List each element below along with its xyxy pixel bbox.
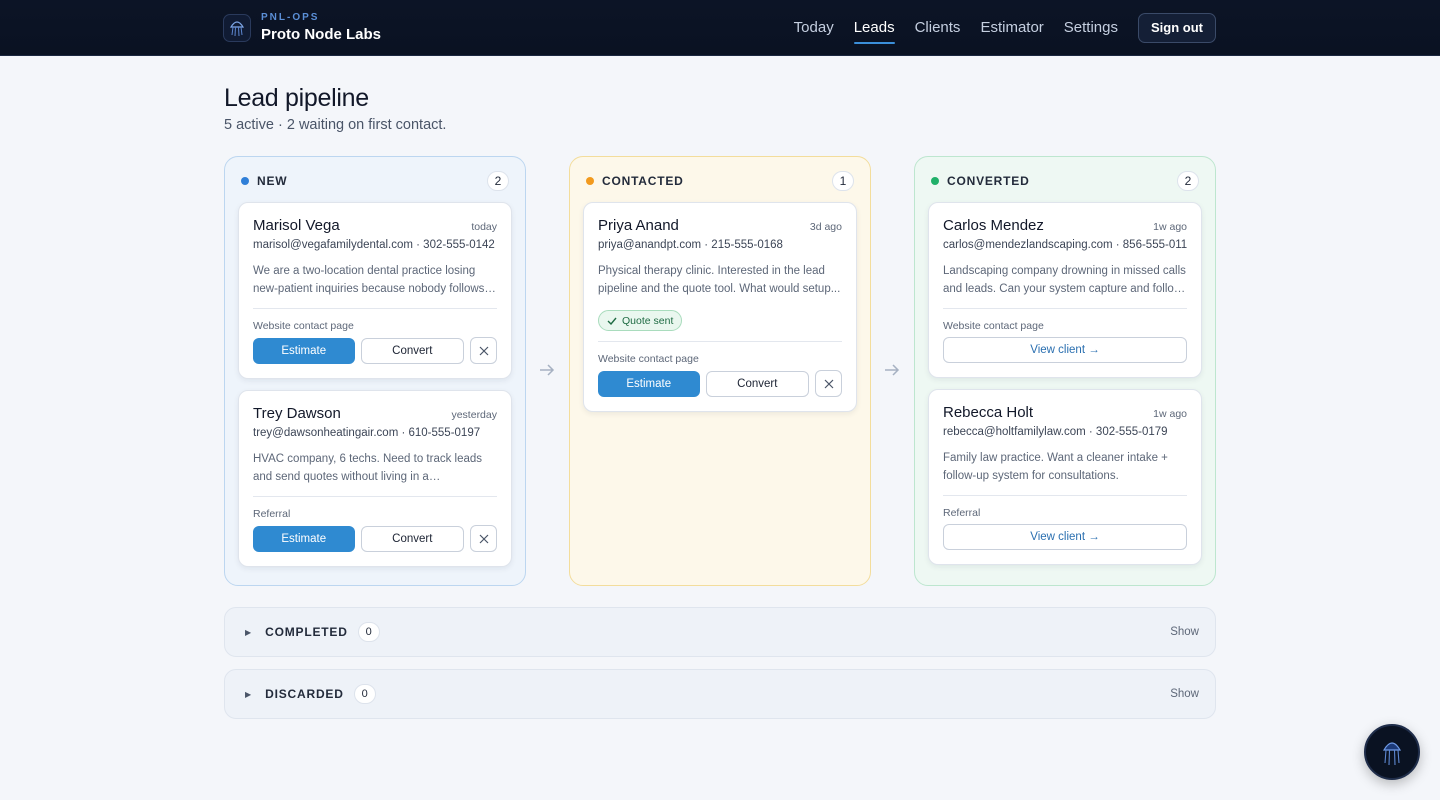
check-icon [607, 317, 617, 325]
lead-time: 3d ago [809, 221, 842, 233]
nav-today[interactable]: Today [794, 13, 834, 42]
section-label: COMPLETED [265, 625, 348, 639]
lead-source: Referral [253, 508, 291, 520]
top-bar: PNL-OPS Proto Node Labs Today Leads Clie… [0, 0, 1440, 56]
divider [943, 308, 1187, 309]
lead-card[interactable]: Carlos Mendez 1w ago carlos@mendezlandsc… [928, 202, 1202, 378]
column-converted: CONVERTED 2 Carlos Mendez 1w ago carlos@… [914, 156, 1216, 586]
nav-estimator[interactable]: Estimator [980, 13, 1043, 42]
nav-leads[interactable]: Leads [853, 13, 895, 44]
status-dot [241, 177, 249, 185]
lead-time: 1w ago [1153, 221, 1187, 233]
status-dot [586, 177, 594, 185]
completed-section[interactable]: ▶ COMPLETED 0 Show [224, 607, 1216, 657]
convert-button[interactable]: Convert [705, 370, 810, 397]
page-subtitle: 5 active · 2 waiting on first contact. [224, 117, 447, 133]
discard-button[interactable] [815, 370, 842, 397]
close-icon [824, 379, 833, 388]
column-label: NEW [257, 174, 288, 188]
lead-card[interactable]: Trey Dawson yesterday trey@dawsonheating… [238, 390, 512, 567]
divider [943, 495, 1187, 496]
lead-contact: marisol@vegafamilydental.com · 302-555-0… [253, 239, 495, 251]
close-icon [479, 346, 488, 355]
column-header: NEW 2 [238, 169, 512, 193]
column-label: CONTACTED [602, 174, 684, 188]
pipeline-board: NEW 2 Marisol Vega today marisol@vegafam… [224, 156, 1216, 586]
nav-clients[interactable]: Clients [915, 13, 961, 42]
convert-button[interactable]: Convert [360, 337, 465, 364]
lead-time: yesterday [451, 409, 497, 421]
column-count: 2 [1177, 171, 1199, 191]
lead-source: Website contact page [943, 320, 1044, 332]
brand[interactable]: PNL-OPS Proto Node Labs [223, 13, 381, 42]
caret-right-icon: ▶ [245, 627, 252, 637]
brand-code: PNL-OPS [261, 12, 320, 23]
column-contacted: CONTACTED 1 Priya Anand 3d ago priya@ana… [569, 156, 871, 586]
estimate-button[interactable]: Estimate [598, 370, 700, 397]
divider [253, 496, 497, 497]
lead-time: today [471, 221, 497, 233]
column-new: NEW 2 Marisol Vega today marisol@vegafam… [224, 156, 526, 586]
assistant-button[interactable] [1364, 724, 1420, 780]
lead-description: Physical therapy clinic. Interested in t… [598, 265, 841, 295]
lead-name: Priya Anand [598, 217, 679, 234]
nav-settings[interactable]: Settings [1064, 13, 1118, 42]
discarded-section[interactable]: ▶ DISCARDED 0 Show [224, 669, 1216, 719]
quote-sent-label: Quote sent [622, 314, 674, 327]
lead-contact: rebecca@holtfamilylaw.com · 302-555-0179 [943, 426, 1168, 438]
main-nav: Today Leads Clients Estimator Settings S… [794, 12, 1216, 44]
show-toggle[interactable]: Show [1170, 688, 1199, 700]
lead-description: Family law practice. Want a cleaner inta… [943, 452, 1168, 482]
lead-contact: trey@dawsonheatingair.com · 610-555-0197 [253, 427, 481, 439]
caret-right-icon: ▶ [245, 689, 252, 699]
convert-button[interactable]: Convert [360, 525, 465, 552]
quote-sent-badge: Quote sent [598, 310, 683, 331]
view-client-button[interactable]: View client → [943, 524, 1187, 550]
page-title: Lead pipeline [224, 84, 369, 112]
lead-contact: carlos@mendezlandscaping.com · 856-555-0… [943, 239, 1187, 251]
column-count: 2 [487, 171, 509, 191]
lead-description: Landscaping company drowning in missed c… [943, 265, 1186, 295]
section-count: 0 [353, 684, 376, 704]
lead-card[interactable]: Priya Anand 3d ago priya@anandpt.com · 2… [583, 202, 857, 412]
assistant-icon [1382, 742, 1402, 766]
discard-button[interactable] [470, 525, 497, 552]
section-label: DISCARDED [265, 687, 344, 701]
close-icon [479, 534, 488, 543]
lead-card[interactable]: Rebecca Holt 1w ago rebecca@holtfamilyla… [928, 389, 1202, 565]
column-label: CONVERTED [947, 174, 1030, 188]
lead-name: Trey Dawson [253, 405, 341, 422]
page: Lead pipeline 5 active · 2 waiting on fi… [224, 56, 1216, 719]
arrow-right-icon [538, 361, 556, 379]
lead-time: 1w ago [1153, 408, 1187, 420]
lead-source: Website contact page [253, 320, 354, 332]
lead-description: HVAC company, 6 techs. Need to track lea… [253, 453, 483, 483]
view-client-button[interactable]: View client → [943, 337, 1187, 363]
status-dot [931, 177, 939, 185]
lead-name: Rebecca Holt [943, 404, 1034, 421]
lead-name: Marisol Vega [253, 217, 340, 234]
divider [598, 341, 842, 342]
estimate-button[interactable]: Estimate [253, 337, 355, 364]
divider [253, 308, 497, 309]
discard-button[interactable] [470, 337, 497, 364]
column-header: CONTACTED 1 [583, 169, 857, 193]
lead-name: Carlos Mendez [943, 217, 1044, 234]
jellyfish-icon [223, 13, 251, 42]
section-count: 0 [357, 622, 380, 642]
column-count: 1 [832, 171, 854, 191]
lead-contact: priya@anandpt.com · 215-555-0168 [598, 239, 783, 251]
show-toggle[interactable]: Show [1170, 626, 1199, 638]
lead-card[interactable]: Marisol Vega today marisol@vegafamilyden… [238, 202, 512, 379]
column-header: CONVERTED 2 [928, 169, 1202, 193]
arrow-right-icon [883, 361, 901, 379]
lead-description: We are a two-location dental practice lo… [253, 265, 485, 295]
brand-name: Proto Node Labs [261, 26, 382, 43]
lead-source: Referral [943, 507, 981, 519]
lead-source: Website contact page [598, 353, 699, 365]
sign-out-button[interactable]: Sign out [1138, 12, 1216, 43]
estimate-button[interactable]: Estimate [253, 525, 355, 552]
